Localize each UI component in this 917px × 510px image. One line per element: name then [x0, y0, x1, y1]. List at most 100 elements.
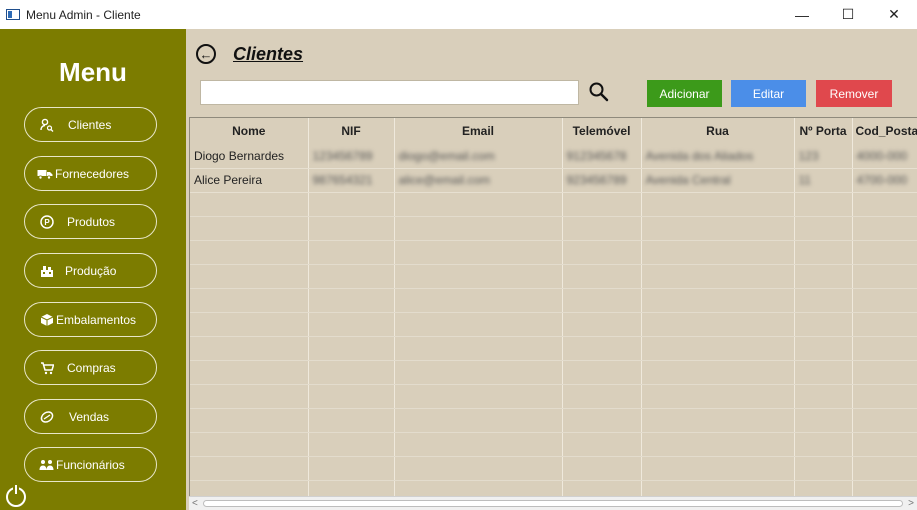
scroll-left-icon[interactable]: <: [192, 497, 198, 510]
empty-cell: [852, 264, 917, 289]
sidebar-item-label: Funcionários: [56, 457, 125, 472]
column-header-nif[interactable]: NIF: [308, 118, 395, 144]
empty-cell: [190, 288, 309, 313]
table-row[interactable]: Alice Pereira 987654321 alice@email.com …: [190, 168, 917, 193]
empty-cell: [562, 432, 642, 457]
empty-cell: [190, 336, 309, 361]
column-header-telemovel[interactable]: Telemóvel: [562, 118, 642, 144]
cell-nif: 123456789: [308, 144, 395, 169]
empty-cell: [394, 408, 563, 433]
maximize-button[interactable]: ☐: [825, 0, 871, 29]
sales-icon: [39, 409, 55, 425]
sidebar-item-embalamentos[interactable]: Embalamentos: [24, 302, 157, 337]
column-header-cod-postal[interactable]: Cod_Postal: [852, 118, 917, 144]
sidebar-item-label: Vendas: [69, 409, 110, 424]
empty-cell: [794, 432, 853, 457]
empty-cell: [190, 312, 309, 337]
power-icon[interactable]: [6, 485, 26, 507]
sidebar: Menu Clientes Fornecedores P Produtos Pr…: [0, 29, 186, 510]
scrollbar-thumb[interactable]: [203, 500, 903, 507]
empty-cell: [794, 216, 853, 241]
empty-cell: [852, 288, 917, 313]
sidebar-item-funcionarios[interactable]: Funcionários: [24, 447, 157, 482]
empty-cell: [794, 456, 853, 481]
sidebar-item-produtos[interactable]: P Produtos: [24, 204, 157, 239]
empty-cell: [394, 432, 563, 457]
empty-cell: [308, 384, 395, 409]
empty-cell: [794, 384, 853, 409]
truck-icon: [37, 166, 53, 182]
empty-cell: [394, 288, 563, 313]
sidebar-item-label: Embalamentos: [56, 312, 137, 327]
box-icon: [39, 312, 55, 328]
cell-porta: 11: [794, 168, 853, 193]
empty-cell: [852, 192, 917, 217]
clients-table[interactable]: Nome NIF Email Telemóvel Rua Nº Porta Co…: [189, 117, 917, 510]
search-input[interactable]: [200, 80, 579, 105]
empty-cell: [190, 216, 309, 241]
empty-table-row: [190, 192, 917, 217]
empty-table-row: [190, 408, 917, 433]
horizontal-scrollbar[interactable]: < >: [189, 496, 917, 510]
table-row[interactable]: Diogo Bernardes 123456789 diogo@email.co…: [190, 144, 917, 169]
empty-cell: [852, 432, 917, 457]
empty-cell: [308, 456, 395, 481]
empty-table-row: [190, 456, 917, 481]
minimize-button[interactable]: —: [779, 0, 825, 29]
remove-button[interactable]: Remover: [816, 80, 892, 107]
empty-table-row: [190, 432, 917, 457]
column-header-email[interactable]: Email: [394, 118, 563, 144]
empty-cell: [308, 336, 395, 361]
empty-cell: [562, 288, 642, 313]
column-header-nome[interactable]: Nome: [190, 118, 309, 144]
empty-cell: [794, 408, 853, 433]
empty-cell: [190, 408, 309, 433]
column-header-rua[interactable]: Rua: [641, 118, 795, 144]
sidebar-item-producao[interactable]: Produção: [24, 253, 157, 288]
add-button[interactable]: Adicionar: [647, 80, 722, 107]
empty-cell: [562, 336, 642, 361]
empty-cell: [308, 240, 395, 265]
empty-cell: [394, 384, 563, 409]
scroll-right-icon[interactable]: >: [908, 497, 914, 510]
sidebar-item-fornecedores[interactable]: Fornecedores: [24, 156, 157, 191]
empty-cell: [641, 408, 795, 433]
column-header-porta[interactable]: Nº Porta: [794, 118, 853, 144]
empty-cell: [562, 456, 642, 481]
empty-cell: [641, 192, 795, 217]
empty-cell: [641, 312, 795, 337]
sidebar-item-label: Fornecedores: [55, 166, 130, 181]
empty-cell: [308, 408, 395, 433]
empty-cell: [394, 216, 563, 241]
empty-cell: [641, 288, 795, 313]
sidebar-item-label: Compras: [67, 360, 116, 375]
empty-cell: [641, 264, 795, 289]
empty-cell: [308, 432, 395, 457]
empty-cell: [308, 312, 395, 337]
sidebar-item-compras[interactable]: Compras: [24, 350, 157, 385]
empty-cell: [641, 360, 795, 385]
close-button[interactable]: ✕: [871, 0, 917, 29]
sidebar-title: Menu: [59, 57, 127, 87]
back-button[interactable]: ←: [196, 44, 216, 64]
empty-cell: [394, 336, 563, 361]
empty-cell: [852, 216, 917, 241]
empty-cell: [308, 360, 395, 385]
empty-cell: [190, 192, 309, 217]
empty-cell: [562, 360, 642, 385]
empty-cell: [562, 240, 642, 265]
sidebar-item-vendas[interactable]: Vendas: [24, 399, 157, 434]
empty-cell: [394, 312, 563, 337]
cell-telemovel: 923456789: [562, 168, 642, 193]
sidebar-item-label: Produção: [65, 263, 117, 278]
window-titlebar: Menu Admin - Cliente — ☐ ✕: [0, 0, 917, 29]
cell-rua: Avenida dos Aliados: [641, 144, 795, 169]
edit-button[interactable]: Editar: [731, 80, 806, 107]
search-icon[interactable]: [588, 81, 610, 103]
cell-telemovel: 912345678: [562, 144, 642, 169]
empty-table-row: [190, 312, 917, 337]
app-icon: [6, 9, 20, 20]
sidebar-item-clientes[interactable]: Clientes: [24, 107, 157, 142]
empty-cell: [190, 264, 309, 289]
cell-email: alice@email.com: [394, 168, 563, 193]
